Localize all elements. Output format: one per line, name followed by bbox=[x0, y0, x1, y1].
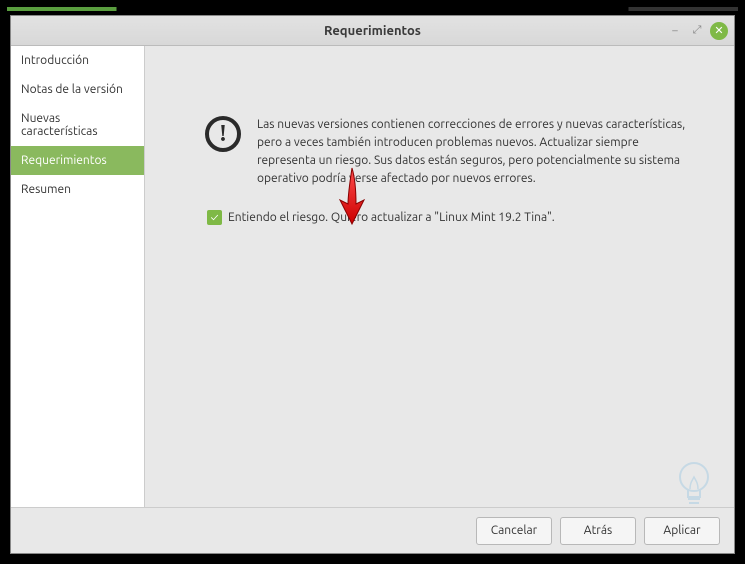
footer: Cancelar Atrás Aplicar bbox=[11, 507, 734, 553]
dialog-window: Requerimientos – ⤢ ✕ Introducción Notas … bbox=[10, 15, 735, 554]
sidebar-item-summary[interactable]: Resumen bbox=[11, 175, 144, 204]
risk-checkbox[interactable]: ✓ bbox=[207, 210, 222, 225]
risk-checkbox-label: Entiendo el riesgo. Quiero actualizar a … bbox=[228, 211, 555, 224]
window-controls: – ⤢ ✕ bbox=[666, 22, 728, 40]
apply-button[interactable]: Aplicar bbox=[644, 517, 720, 545]
content-area: ! Las nuevas versiones contienen correcc… bbox=[145, 46, 734, 507]
sidebar: Introducción Notas de la versión Nuevas … bbox=[11, 46, 145, 507]
close-icon[interactable]: ✕ bbox=[710, 22, 728, 40]
risk-checkbox-row: ✓ Entiendo el riesgo. Quiero actualizar … bbox=[207, 210, 694, 225]
minimize-icon[interactable]: – bbox=[666, 24, 684, 38]
info-row: ! Las nuevas versiones contienen correcc… bbox=[205, 116, 694, 188]
sidebar-item-requirements[interactable]: Requerimientos bbox=[11, 146, 144, 175]
sidebar-item-release-notes[interactable]: Notas de la versión bbox=[11, 75, 144, 104]
sidebar-item-intro[interactable]: Introducción bbox=[11, 46, 144, 75]
cancel-button[interactable]: Cancelar bbox=[476, 517, 552, 545]
maximize-icon[interactable]: ⤢ bbox=[688, 24, 706, 38]
back-button[interactable]: Atrás bbox=[560, 517, 636, 545]
info-text: Las nuevas versiones contienen correccio… bbox=[257, 116, 694, 188]
sidebar-item-new-features[interactable]: Nuevas características bbox=[11, 104, 144, 146]
dialog-body: Introducción Notas de la versión Nuevas … bbox=[11, 46, 734, 507]
titlebar: Requerimientos – ⤢ ✕ bbox=[11, 16, 734, 46]
warning-icon: ! bbox=[205, 116, 241, 152]
window-title: Requerimientos bbox=[324, 24, 421, 38]
